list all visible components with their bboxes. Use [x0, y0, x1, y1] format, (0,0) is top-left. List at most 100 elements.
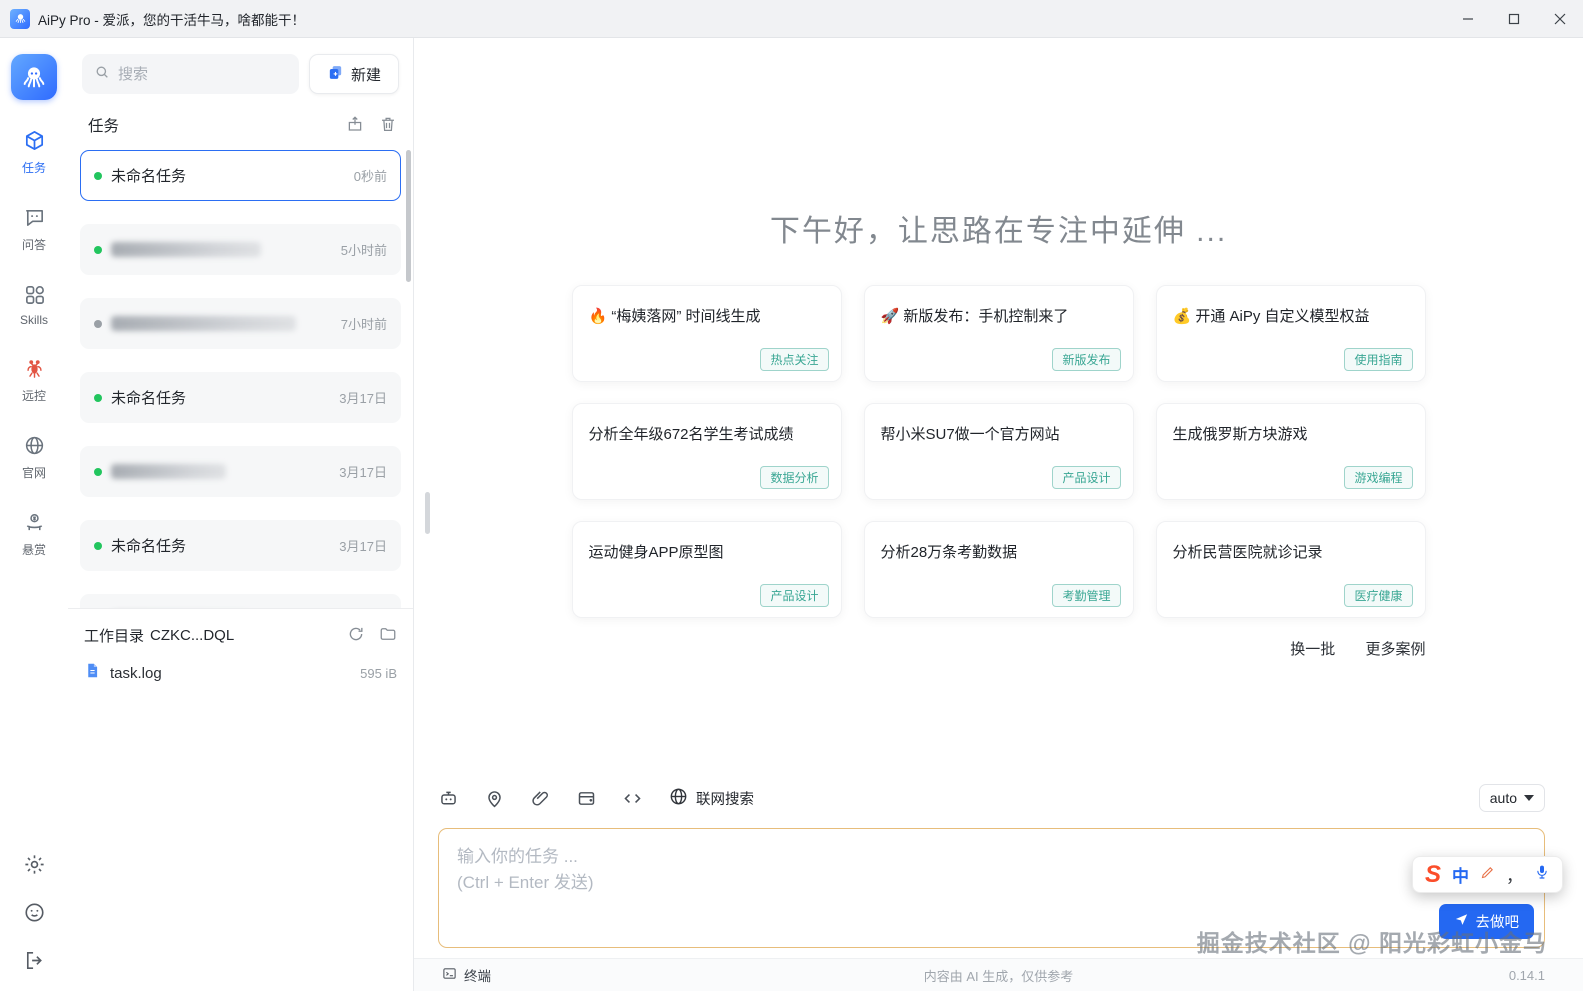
statusbar: 终端 内容由 AI 生成，仅供参考 0.14.1	[414, 958, 1583, 991]
window-controls	[1445, 0, 1583, 38]
sogou-logo-icon[interactable]: S	[1425, 862, 1441, 887]
microphone-icon[interactable]	[1534, 864, 1550, 885]
sidebar-item-label: 任务	[21, 161, 46, 175]
task-item[interactable]: 7小时前	[80, 298, 401, 349]
card-title: 分析28万条考勤数据	[880, 544, 1018, 561]
sidebar-item-remote[interactable]: 远控	[0, 342, 68, 419]
example-card[interactable]: 💰 开通 AiPy 自定义模型权益 使用指南	[1155, 285, 1426, 382]
close-button[interactable]	[1537, 0, 1583, 38]
task-input[interactable]: 输入你的任务 ... (Ctrl + Enter 发送) 去做吧	[438, 828, 1545, 948]
card-tag: 热点关注	[760, 348, 829, 371]
model-selector[interactable]: auto	[1478, 784, 1545, 812]
file-name: task.log	[110, 664, 162, 682]
task-item-partial[interactable]	[80, 594, 401, 608]
example-card[interactable]: 分析民营医院就诊记录 医疗健康	[1155, 521, 1426, 618]
ai-notice: 内容由 AI 生成，仅供参考	[923, 968, 1074, 984]
code-icon[interactable]	[622, 788, 643, 809]
greeting-text: 下午好，让思路在专注中延伸 ...	[769, 215, 1228, 248]
attach-icon[interactable]	[530, 788, 551, 809]
task-time: 5小时前	[340, 243, 387, 258]
hand-coin-icon	[23, 511, 46, 537]
task-item[interactable]: 未命名任务 0秒前	[80, 150, 401, 201]
card-tag: 新版发布	[1052, 348, 1121, 371]
sidebar-item-bounty[interactable]: 悬赏	[0, 496, 68, 573]
cube-icon	[23, 129, 46, 155]
trash-icon[interactable]	[379, 115, 397, 136]
new-doc-icon	[327, 64, 344, 85]
card-tag: 产品设计	[1052, 466, 1121, 489]
search-box[interactable]	[82, 54, 299, 94]
input-placeholder-line2: (Ctrl + Enter 发送)	[457, 872, 594, 892]
example-card[interactable]: 🚀 新版发布：手机控制来了 新版发布	[863, 285, 1134, 382]
chevron-down-icon	[1524, 795, 1534, 801]
account-button[interactable]	[23, 901, 46, 927]
refresh-examples-link[interactable]: 换一批	[1290, 641, 1335, 658]
input-placeholder-line1: 输入你的任务 ...	[457, 847, 578, 866]
sidebar-item-tasks[interactable]: 任务	[0, 114, 68, 191]
card-tag: 产品设计	[760, 584, 829, 607]
workdir-label: 工作目录	[84, 628, 145, 645]
task-panel: 新建 任务 未命名任务 0秒前 5小时前	[68, 38, 414, 991]
more-examples-link[interactable]: 更多案例	[1365, 641, 1425, 658]
task-item[interactable]: 3月17日	[80, 446, 401, 497]
refresh-icon[interactable]	[347, 625, 365, 646]
task-list-header: 任务	[88, 112, 397, 138]
logout-button[interactable]	[23, 949, 46, 975]
sidebar-item-label: 问答	[21, 238, 46, 252]
app-logo[interactable]	[11, 54, 57, 100]
app-logo-icon	[10, 8, 30, 29]
task-list: 未命名任务 0秒前 5小时前 7小时前 未命名任务 3月17日 3月17日 未命…	[80, 150, 401, 608]
panel-splitter-handle[interactable]	[425, 492, 430, 534]
search-input[interactable]	[118, 65, 287, 83]
task-name-redacted	[111, 316, 296, 331]
task-item[interactable]: 5小时前	[80, 224, 401, 275]
ime-language-toggle[interactable]: 中	[1452, 862, 1469, 887]
folder-icon[interactable]	[379, 625, 397, 646]
example-card[interactable]: 🔥 “梅姨落网” 时间线生成 热点关注	[571, 285, 842, 382]
web-search-toggle[interactable]: 联网搜索	[668, 786, 754, 810]
example-card[interactable]: 分析28万条考勤数据 考勤管理	[863, 521, 1134, 618]
sidebar-item-qa[interactable]: 问答	[0, 191, 68, 268]
example-card[interactable]: 运动健身APP原型图 产品设计	[571, 521, 842, 618]
sidebar-item-skills[interactable]: Skills	[0, 268, 68, 342]
card-title: 运动健身APP原型图	[588, 544, 724, 561]
template-card-icon[interactable]	[576, 788, 597, 809]
example-card[interactable]: 帮小米SU7做一个官方网站 产品设计	[863, 403, 1134, 500]
settings-button[interactable]	[23, 853, 46, 879]
card-tag: 使用指南	[1344, 348, 1413, 371]
go-do-it-button[interactable]: 去做吧	[1438, 904, 1534, 939]
card-tag: 数据分析	[760, 466, 829, 489]
chat-bubble-icon	[23, 206, 46, 232]
window-title: AiPy Pro - 爱派，您的干活牛马，啥都能干！	[38, 12, 306, 28]
status-dot-green	[94, 171, 102, 180]
new-task-button[interactable]: 新建	[309, 54, 399, 94]
rail-bottom	[23, 853, 46, 975]
example-card[interactable]: 分析全年级672名学生考试成绩 数据分析	[571, 403, 842, 500]
app-window: AiPy Pro - 爱派，您的干活牛马，啥都能干！ 任务 问答 Skills …	[0, 0, 1583, 991]
globe-icon	[23, 434, 46, 460]
maximize-button[interactable]	[1491, 0, 1537, 38]
ime-punct-toggle[interactable]: ，	[1506, 862, 1523, 887]
export-tasks-button[interactable]	[346, 115, 364, 136]
search-icon	[94, 64, 110, 85]
globe-icon	[668, 786, 689, 810]
task-list-scrollbar[interactable]	[406, 150, 411, 282]
location-icon[interactable]	[484, 788, 505, 809]
task-time: 0秒前	[353, 169, 387, 184]
task-name-redacted	[111, 242, 261, 257]
model-value: auto	[1489, 790, 1517, 806]
minimize-button[interactable]	[1445, 0, 1491, 38]
sidebar-item-website[interactable]: 官网	[0, 419, 68, 496]
task-time: 3月17日	[339, 539, 387, 554]
task-name: 未命名任务	[111, 168, 187, 185]
robot-icon[interactable]	[438, 788, 459, 809]
status-dot-green	[94, 467, 102, 476]
file-row[interactable]: task.log 595 iB	[84, 662, 397, 684]
task-item[interactable]: 未命名任务 3月17日	[80, 520, 401, 571]
task-item[interactable]: 未命名任务 3月17日	[80, 372, 401, 423]
card-title: 🚀 新版发布：手机控制来了	[880, 308, 1069, 325]
sogou-ime-bar[interactable]: S 中 ，	[1411, 856, 1563, 893]
ime-pen-icon[interactable]	[1480, 865, 1495, 885]
example-card[interactable]: 生成俄罗斯方块游戏 游戏编程	[1155, 403, 1426, 500]
card-title: 💰 开通 AiPy 自定义模型权益	[1172, 308, 1370, 325]
